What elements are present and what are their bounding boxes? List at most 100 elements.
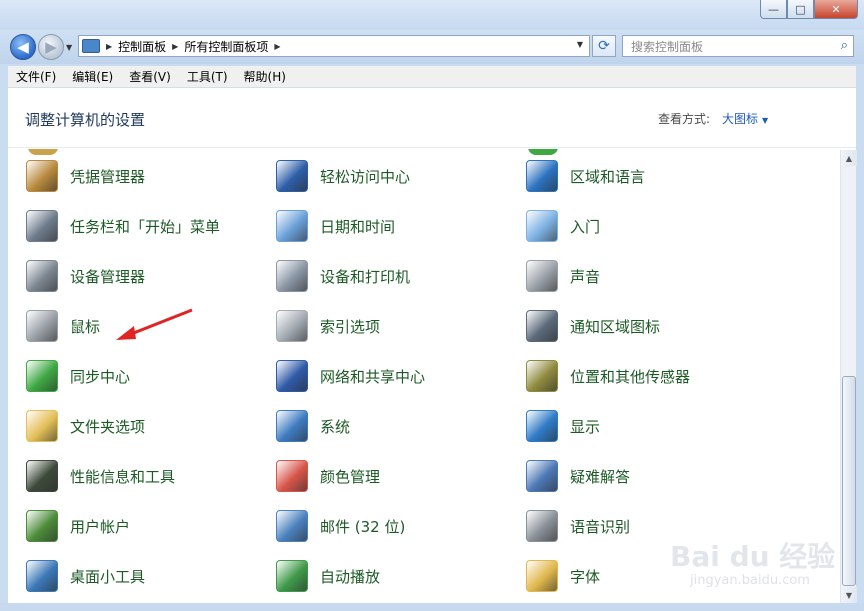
maximize-button[interactable]: □	[787, 0, 814, 19]
control-panel-item[interactable]: 区域和语言	[526, 151, 645, 201]
search-placeholder: 搜索控制面板	[631, 39, 704, 54]
control-panel-item-label: 声音	[570, 267, 601, 286]
annotation-arrow	[116, 308, 193, 340]
sound-icon	[526, 260, 558, 292]
control-panel-item[interactable]: 文件夹选项	[26, 401, 145, 451]
minimize-button[interactable]: —	[760, 0, 787, 19]
breadcrumb-all-items[interactable]: 所有控制面板项	[184, 38, 268, 55]
indexing-icon	[276, 310, 308, 342]
control-panel-item-label: 任务栏和「开始」菜单	[70, 217, 221, 236]
control-panel-item-label: 通知区域图标	[570, 317, 661, 336]
watermark: Bai du 经验 jingyan.baidu.com	[650, 515, 850, 605]
control-panel-item[interactable]: 颜色管理	[276, 451, 380, 501]
recent-pages-dropdown[interactable]: ▼	[66, 43, 72, 52]
control-panel-item-label: 设备管理器	[70, 267, 146, 286]
control-panel-item-label: 桌面小工具	[70, 567, 146, 586]
menu-tools[interactable]: 工具(T)	[179, 68, 236, 85]
control-panel-item-label: 日期和时间	[320, 217, 396, 236]
close-button[interactable]: ✕	[814, 0, 858, 19]
control-panel-item-label: 入门	[570, 217, 601, 236]
control-panel-item[interactable]: 鼠标	[26, 301, 100, 351]
control-panel-item-label: 语音识别	[570, 517, 631, 536]
breadcrumb-separator[interactable]: ▶	[172, 42, 178, 51]
display-icon	[526, 410, 558, 442]
mouse-icon	[26, 310, 58, 342]
ease-of-access-icon	[276, 160, 308, 192]
control-panel-item[interactable]: 位置和其他传感器	[526, 351, 690, 401]
control-panel-item-label: 同步中心	[70, 367, 131, 386]
mail-icon	[276, 510, 308, 542]
title-bar: — □ ✕	[0, 0, 864, 30]
window-controls: — □ ✕	[760, 0, 858, 19]
control-panel-item-label: 颜色管理	[320, 467, 381, 486]
view-by-dropdown[interactable]: 大图标 ▼	[722, 110, 768, 127]
address-bar[interactable]: ▶ 控制面板 ▶ 所有控制面板项 ▶ ▼	[78, 35, 590, 57]
control-panel-item[interactable]: 轻松访问中心	[276, 151, 410, 201]
control-panel-item[interactable]: 疑难解答	[526, 451, 630, 501]
control-panel-item[interactable]: 设备管理器	[26, 251, 145, 301]
control-panel-item-label: 疑难解答	[570, 467, 631, 486]
control-panel-item-label: 性能信息和工具	[70, 467, 176, 486]
performance-icon	[26, 460, 58, 492]
control-panel-item[interactable]: 凭据管理器	[26, 151, 145, 201]
control-panel-item-label: 用户帐户	[70, 517, 131, 536]
location-sensors-icon	[526, 360, 558, 392]
fonts-icon	[526, 560, 558, 592]
address-dropdown[interactable]: ▼	[577, 40, 583, 49]
control-panel-item[interactable]: 自动播放	[276, 551, 380, 601]
navigation-bar: ◀ ▶ ▼ ▶ 控制面板 ▶ 所有控制面板项 ▶ ▼ ⟳ 搜索控制面板 ⌕	[0, 30, 864, 64]
control-panel-icon	[82, 39, 100, 53]
network-sharing-icon	[276, 360, 308, 392]
breadcrumb-separator[interactable]: ▶	[106, 42, 112, 51]
control-panel-item-label: 显示	[570, 417, 601, 436]
control-panel-item-label: 轻松访问中心	[320, 167, 411, 186]
user-accounts-icon	[26, 510, 58, 542]
control-panel-item[interactable]: 入门	[526, 201, 600, 251]
menu-edit[interactable]: 编辑(E)	[64, 68, 121, 85]
control-panel-item[interactable]: 索引选项	[276, 301, 380, 351]
breadcrumb-control-panel[interactable]: 控制面板	[118, 38, 166, 55]
control-panel-item[interactable]: 通知区域图标	[526, 301, 660, 351]
control-panel-item[interactable]: 用户帐户	[26, 501, 130, 551]
device-manager-icon	[26, 260, 58, 292]
control-panel-item[interactable]: 字体	[526, 551, 600, 601]
date-time-icon	[276, 210, 308, 242]
control-panel-item-label: 文件夹选项	[70, 417, 146, 436]
view-by-label: 查看方式:	[658, 112, 711, 126]
troubleshooting-icon	[526, 460, 558, 492]
notification-area-icon	[526, 310, 558, 342]
taskbar-icon	[26, 210, 58, 242]
control-panel-item-label: 字体	[570, 567, 601, 586]
region-language-icon	[526, 160, 558, 192]
control-panel-item-label: 自动播放	[320, 567, 381, 586]
control-panel-item[interactable]: 桌面小工具	[26, 551, 145, 601]
menu-file[interactable]: 文件(F)	[8, 68, 64, 85]
control-panel-item-label: 网络和共享中心	[320, 367, 426, 386]
control-panel-item[interactable]: 日期和时间	[276, 201, 395, 251]
breadcrumb-separator[interactable]: ▶	[274, 42, 280, 51]
menu-help[interactable]: 帮助(H)	[236, 68, 294, 85]
search-box[interactable]: 搜索控制面板 ⌕	[622, 35, 854, 57]
view-by-value: 大图标	[722, 112, 759, 126]
control-panel-item-label: 设备和打印机	[320, 267, 411, 286]
control-panel-item[interactable]: 网络和共享中心	[276, 351, 425, 401]
control-panel-item[interactable]: 显示	[526, 401, 600, 451]
control-panel-item[interactable]: 语音识别	[526, 501, 630, 551]
control-panel-item[interactable]: 任务栏和「开始」菜单	[26, 201, 220, 251]
content-header: 调整计算机的设置 查看方式: 大图标 ▼	[8, 88, 856, 148]
control-panel-item[interactable]: 设备和打印机	[276, 251, 410, 301]
control-panel-item[interactable]: 性能信息和工具	[26, 451, 175, 501]
devices-printers-icon	[276, 260, 308, 292]
forward-button[interactable]: ▶	[38, 34, 64, 60]
scroll-up-button[interactable]: ▲	[841, 150, 857, 166]
refresh-button[interactable]: ⟳	[592, 35, 616, 57]
control-panel-item[interactable]: 声音	[526, 251, 600, 301]
folder-options-icon	[26, 410, 58, 442]
search-icon[interactable]: ⌕	[841, 38, 848, 53]
menu-view[interactable]: 查看(V)	[121, 68, 179, 85]
control-panel-item[interactable]: 系统	[276, 401, 350, 451]
control-panel-item[interactable]: 邮件 (32 位)	[276, 501, 405, 551]
back-button[interactable]: ◀	[10, 34, 36, 60]
control-panel-item-label: 鼠标	[70, 317, 101, 336]
control-panel-item[interactable]: 同步中心	[26, 351, 130, 401]
